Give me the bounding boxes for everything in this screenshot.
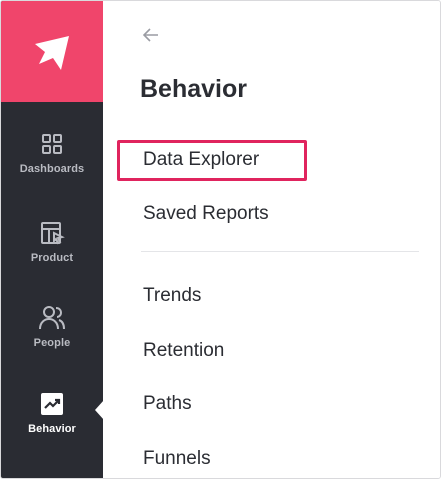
rail-item-label: People xyxy=(33,337,71,349)
rail-item-people[interactable]: People xyxy=(1,303,103,373)
arrow-logo-icon xyxy=(35,35,69,70)
rail-item-label: Dashboards xyxy=(19,163,85,175)
grid-icon xyxy=(37,129,67,159)
people-icon xyxy=(37,303,67,333)
rail-item-behavior[interactable]: Behavior xyxy=(1,389,103,459)
rail-item-label: Behavior xyxy=(28,423,76,435)
section-divider xyxy=(141,251,419,252)
menu-link-saved-reports[interactable]: Saved Reports xyxy=(143,203,269,225)
back-arrow-icon[interactable] xyxy=(141,25,161,45)
panel-title: Behavior xyxy=(140,75,247,103)
trend-chart-icon xyxy=(37,389,67,419)
rail-item-label: Product xyxy=(30,252,74,264)
submenu-panel: Behavior Data Explorer Saved Reports Tre… xyxy=(103,1,440,478)
menu-link-trends[interactable]: Trends xyxy=(143,285,201,307)
rail-item-product[interactable]: Product xyxy=(1,218,103,288)
menu-link-retention[interactable]: Retention xyxy=(143,340,224,362)
brand-logo[interactable] xyxy=(1,1,103,102)
menu-link-paths[interactable]: Paths xyxy=(143,393,192,415)
app-frame: Dashboards Product People Behavior Behav… xyxy=(0,0,441,479)
menu-link-funnels[interactable]: Funnels xyxy=(143,448,211,470)
rail-item-dashboards[interactable]: Dashboards xyxy=(1,129,103,199)
product-icon xyxy=(37,218,67,248)
left-nav-rail: Dashboards Product People Behavior xyxy=(1,1,104,478)
menu-link-data-explorer[interactable]: Data Explorer xyxy=(143,149,259,171)
